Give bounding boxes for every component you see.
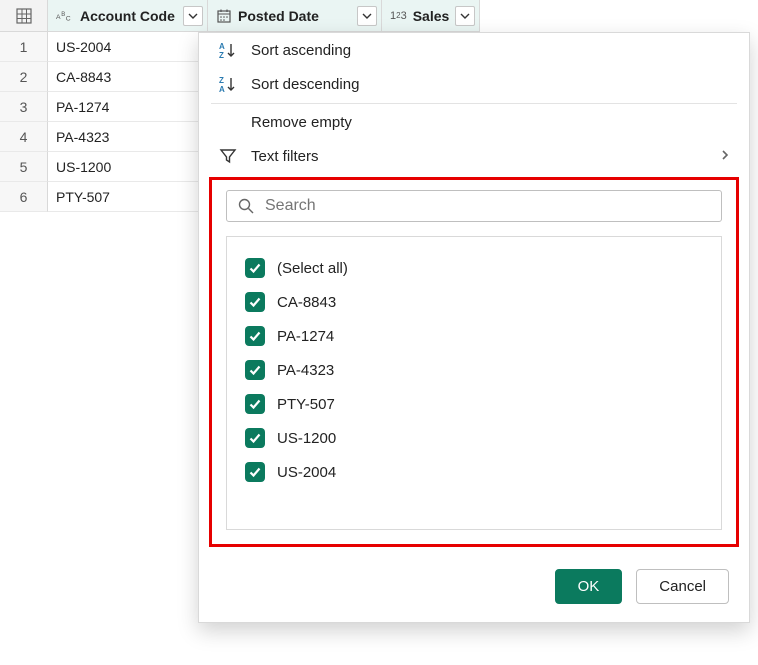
column-label: Sales — [413, 8, 450, 24]
column-label: Posted Date — [238, 8, 319, 24]
checkbox-checked-icon[interactable] — [245, 292, 265, 312]
menu-item-label: Remove empty — [251, 114, 352, 131]
filter-values-list: (Select all) CA-8843 PA-1274 PA-4323 PTY-507… — [226, 236, 722, 530]
number-type-icon: 123 — [390, 10, 407, 22]
filter-value-item[interactable]: PA-1274 — [241, 319, 707, 353]
sort-ascending-item[interactable]: A Z Sort ascending — [199, 33, 749, 67]
filter-value-label: PA-1274 — [277, 328, 334, 345]
filter-value-item[interactable]: PA-4323 — [241, 353, 707, 387]
checkbox-checked-icon[interactable] — [245, 326, 265, 346]
filter-search-box[interactable] — [226, 190, 722, 222]
svg-text:A: A — [219, 42, 225, 51]
menu-item-label: Sort ascending — [251, 42, 351, 59]
column-filter-panel: A Z Sort ascending Z A Sort descending R… — [198, 32, 750, 623]
row-number: 6 — [0, 182, 48, 212]
cell-account-code[interactable]: PA-1274 — [48, 92, 208, 122]
svg-text:C: C — [66, 15, 71, 22]
chevron-down-icon — [460, 11, 470, 21]
column-header-posted-date[interactable]: Posted Date — [208, 0, 382, 32]
filter-value-item[interactable]: PTY-507 — [241, 387, 707, 421]
chevron-down-icon — [188, 11, 198, 21]
filter-value-label: PTY-507 — [277, 396, 335, 413]
funnel-icon — [217, 147, 239, 165]
dialog-buttons: OK Cancel — [199, 557, 749, 622]
column-filter-dropdown[interactable] — [183, 6, 203, 26]
checkbox-checked-icon[interactable] — [245, 360, 265, 380]
cell-account-code[interactable]: PTY-507 — [48, 182, 208, 212]
column-header-account-code[interactable]: A B C Account Code — [48, 0, 208, 32]
text-filters-item[interactable]: Text filters — [199, 139, 749, 173]
column-filter-dropdown[interactable] — [455, 6, 475, 26]
filter-value-label: US-1200 — [277, 430, 336, 447]
filter-values-highlight: (Select all) CA-8843 PA-1274 PA-4323 PTY-507… — [209, 177, 739, 547]
filter-value-item[interactable]: US-2004 — [241, 455, 707, 489]
menu-item-label: Text filters — [251, 148, 319, 165]
filter-value-item[interactable]: CA-8843 — [241, 285, 707, 319]
svg-text:A: A — [56, 14, 61, 21]
filter-search-input[interactable] — [265, 197, 711, 215]
filter-value-item[interactable]: (Select all) — [241, 251, 707, 285]
filter-value-label: CA-8843 — [277, 294, 336, 311]
filter-value-label: (Select all) — [277, 260, 348, 277]
text-type-icon: A B C — [56, 9, 74, 23]
svg-text:Z: Z — [219, 76, 224, 85]
checkbox-checked-icon[interactable] — [245, 428, 265, 448]
filter-value-label: PA-4323 — [277, 362, 334, 379]
cell-account-code[interactable]: CA-8843 — [48, 62, 208, 92]
svg-text:B: B — [61, 12, 65, 18]
row-number: 5 — [0, 152, 48, 182]
svg-text:Z: Z — [219, 51, 224, 59]
sort-desc-icon: Z A — [217, 75, 239, 93]
menu-item-label: Sort descending — [251, 76, 359, 93]
cell-account-code[interactable]: US-2004 — [48, 32, 208, 62]
checkbox-checked-icon[interactable] — [245, 462, 265, 482]
row-number: 2 — [0, 62, 48, 92]
table-corner-cell[interactable] — [0, 0, 48, 32]
remove-empty-item[interactable]: Remove empty — [199, 106, 749, 139]
sort-asc-icon: A Z — [217, 41, 239, 59]
column-label: Account Code — [80, 8, 175, 24]
filter-value-item[interactable]: US-1200 — [241, 421, 707, 455]
filter-value-label: US-2004 — [277, 464, 336, 481]
checkbox-checked-icon[interactable] — [245, 258, 265, 278]
chevron-right-icon — [719, 148, 731, 164]
cell-account-code[interactable]: PA-4323 — [48, 122, 208, 152]
column-header-sales[interactable]: 123 Sales — [382, 0, 480, 32]
checkbox-checked-icon[interactable] — [245, 394, 265, 414]
date-type-icon — [216, 8, 232, 24]
row-number: 3 — [0, 92, 48, 122]
column-filter-dropdown[interactable] — [357, 6, 377, 26]
cell-account-code[interactable]: US-1200 — [48, 152, 208, 182]
table-icon — [16, 8, 32, 24]
row-number: 4 — [0, 122, 48, 152]
svg-text:A: A — [219, 85, 225, 93]
row-number: 1 — [0, 32, 48, 62]
chevron-down-icon — [362, 11, 372, 21]
search-icon — [237, 197, 255, 215]
table-header-row: A B C Account Code P — [0, 0, 758, 32]
ok-button[interactable]: OK — [555, 569, 623, 604]
sort-descending-item[interactable]: Z A Sort descending — [199, 67, 749, 101]
cancel-button[interactable]: Cancel — [636, 569, 729, 604]
menu-separator — [211, 103, 737, 104]
